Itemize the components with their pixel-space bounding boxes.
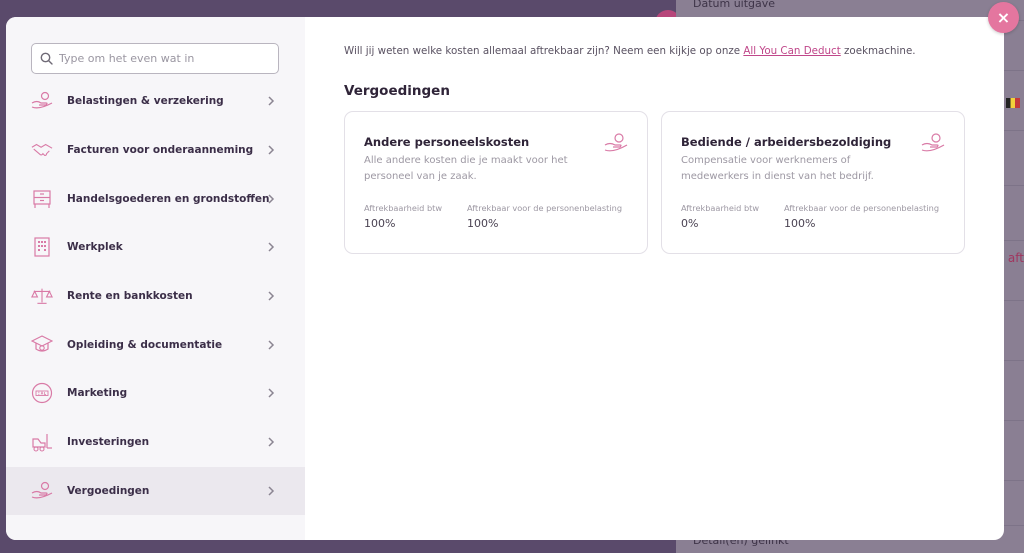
category-item-rente[interactable]: Rente en bankkosten (6, 272, 305, 321)
category-item-opleiding[interactable]: Opleiding & documentatie (6, 320, 305, 369)
category-label: Vergoedingen (67, 484, 150, 497)
forklift-icon (31, 431, 53, 453)
category-item-belastingen[interactable]: Belastingen & verzekering (6, 77, 305, 126)
expense-card-bezoldiging[interactable]: Bediende / arbeidersbezoldiging Compensa… (661, 111, 965, 254)
intro-text: Will jij weten welke kosten allemaal aft… (344, 45, 916, 57)
chevron-right-icon (268, 145, 275, 155)
chevron-right-icon (268, 96, 275, 106)
scales-icon (31, 285, 53, 307)
hand-coin-icon (921, 133, 945, 152)
category-label: Werkplek (67, 241, 123, 254)
card-title: Bediende / arbeidersbezoldiging (681, 135, 892, 149)
btw-label: Aftrekbaarheid btw (681, 203, 760, 213)
btw-value: 0% (681, 217, 699, 230)
personenbelasting-value: 100% (784, 217, 816, 230)
belgium-flag-icon (1006, 98, 1020, 108)
search-box[interactable] (31, 43, 279, 74)
graduation-icon (31, 334, 53, 356)
card-description: Alle andere kosten die je maakt voor het… (364, 155, 568, 182)
section-title: Vergoedingen (344, 83, 450, 99)
handshake-icon (31, 139, 53, 161)
category-item-marketing[interactable]: Marketing (6, 369, 305, 418)
personenbelasting-label: Aftrekbaar voor de personenbelasting (784, 203, 940, 213)
category-label: Facturen voor onderaanneming (67, 144, 254, 157)
background-label-date: Datum uitgave (693, 0, 776, 10)
category-detail-panel: Will jij weten welke kosten allemaal aft… (305, 17, 1004, 540)
close-button[interactable]: × (988, 2, 1019, 33)
chevron-right-icon (268, 388, 275, 398)
sale-badge-icon (31, 382, 53, 404)
chevron-right-icon (268, 437, 275, 447)
card-description: Compensatie voor werknemers of medewerke… (681, 155, 874, 182)
search-input[interactable] (59, 52, 259, 65)
chevron-right-icon (268, 194, 275, 204)
expense-card-andere-personeelskosten[interactable]: Andere personeelskosten Alle andere kost… (344, 111, 648, 254)
category-label: Rente en bankkosten (67, 290, 193, 303)
close-icon: × (996, 8, 1011, 27)
cabinet-icon (31, 188, 53, 210)
category-label: Handelsgoederen en grondstoffen (67, 192, 270, 205)
category-label: Marketing (67, 387, 128, 400)
category-item-werkplek[interactable]: Werkplek (6, 223, 305, 272)
chevron-right-icon (268, 486, 275, 496)
category-sidebar: Belastingen & verzekering Facturen voor … (6, 17, 305, 540)
building-icon (31, 236, 53, 258)
all-you-can-deduct-link[interactable]: All You Can Deduct (743, 45, 840, 57)
category-label: Opleiding & documentatie (67, 338, 223, 351)
card-title: Andere personeelskosten (364, 135, 530, 149)
btw-value: 100% (364, 217, 396, 230)
category-item-vergoedingen[interactable]: Vergoedingen (6, 466, 305, 516)
category-item-handelsgoederen[interactable]: Handelsgoederen en grondstoffen (6, 174, 305, 223)
category-list: Belastingen & verzekering Facturen voor … (6, 77, 305, 516)
category-label: Belastingen & verzekering (67, 95, 224, 108)
category-label: Investeringen (67, 436, 150, 449)
category-modal: Belastingen & verzekering Facturen voor … (6, 17, 1004, 540)
hand-coin-icon (31, 480, 53, 502)
personenbelasting-value: 100% (467, 217, 499, 230)
hand-coin-icon (31, 90, 53, 112)
hand-coin-icon (604, 133, 628, 152)
personenbelasting-label: Aftrekbaar voor de personenbelasting (467, 203, 623, 213)
btw-label: Aftrekbaarheid btw (364, 203, 443, 213)
chevron-right-icon (268, 291, 275, 301)
category-item-investeringen[interactable]: Investeringen (6, 418, 305, 467)
chevron-right-icon (268, 242, 275, 252)
chevron-right-icon (268, 340, 275, 350)
search-icon (40, 52, 53, 65)
category-item-facturen[interactable]: Facturen voor onderaanneming (6, 126, 305, 175)
